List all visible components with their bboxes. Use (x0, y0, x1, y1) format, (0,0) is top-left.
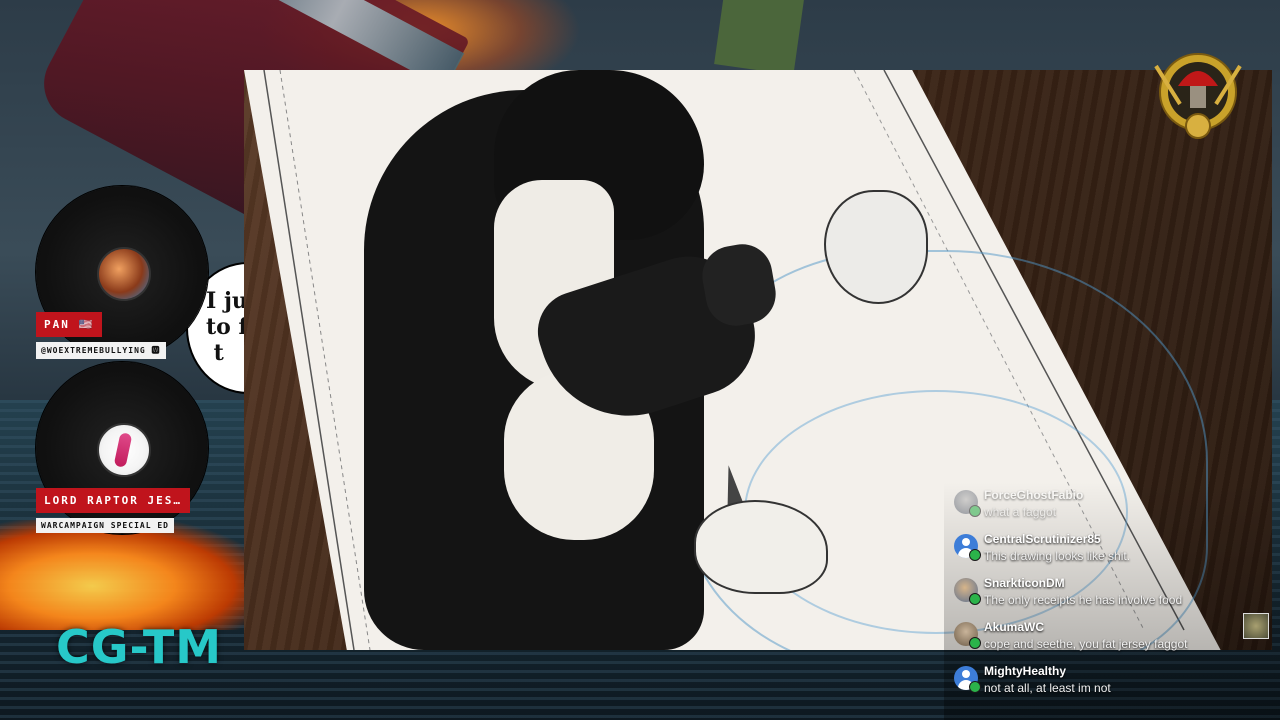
chat-text: cope and seethe, you fat jersey faggot (984, 637, 1188, 651)
chat-text: what a faggot (984, 505, 1057, 519)
chat-username[interactable]: SnarkticonDM (984, 576, 1065, 590)
chat-overlay: ForceGhostFabio what a faggot CentralScr… (944, 482, 1280, 720)
chat-message: CentralScrutinizer85 This drawing looks … (954, 530, 1274, 570)
guest-name-tag: PAN 🇺🇸 (36, 312, 103, 337)
channel-crest-icon (1154, 53, 1242, 139)
verified-badge-icon (969, 593, 981, 605)
chat-text: The only receipts he has involve food (984, 593, 1183, 607)
chat-username[interactable]: CentralScrutinizer85 (984, 532, 1101, 546)
background-ship-funnel (714, 0, 806, 76)
chat-message: AkumaWC cope and seethe, you fat jersey … (954, 618, 1274, 658)
speech-bubble-text: I ju to f t (206, 288, 248, 366)
guest-avatar-icon (97, 247, 151, 301)
guest-name-tag: LORD RAPTOR JES… (36, 488, 190, 513)
verified-badge-icon (969, 681, 981, 693)
verified-badge-icon (969, 505, 981, 517)
chat-username[interactable]: AkumaWC (984, 620, 1044, 634)
chat-message: ForceGhostFabio what a faggot (954, 486, 1274, 526)
guest-handle-tag: @WOEXTREMEBULLYING 🆆 (36, 342, 166, 359)
chat-username[interactable]: MightyHealthy (984, 664, 1066, 678)
guest-handle-tag: WARCAMPAIGN SPECIAL ED (36, 518, 174, 533)
background-fire (0, 520, 260, 630)
chat-username[interactable]: ForceGhostFabio (984, 488, 1083, 502)
verified-badge-icon (969, 549, 981, 561)
mini-thumbnail-icon[interactable] (1243, 613, 1269, 639)
guest-avatar-icon (97, 423, 151, 477)
chat-message: SnarkticonDM The only receipts he has in… (954, 574, 1274, 614)
chat-message: MightyHealthy not at all, at least im no… (954, 662, 1274, 702)
verified-badge-icon (969, 637, 981, 649)
chat-text: This drawing looks like shit. (984, 549, 1131, 563)
bearded-figure-head (824, 190, 928, 304)
channel-logo-text: CG-TM (56, 620, 222, 674)
chat-text: not at all, at least im not (984, 681, 1111, 695)
